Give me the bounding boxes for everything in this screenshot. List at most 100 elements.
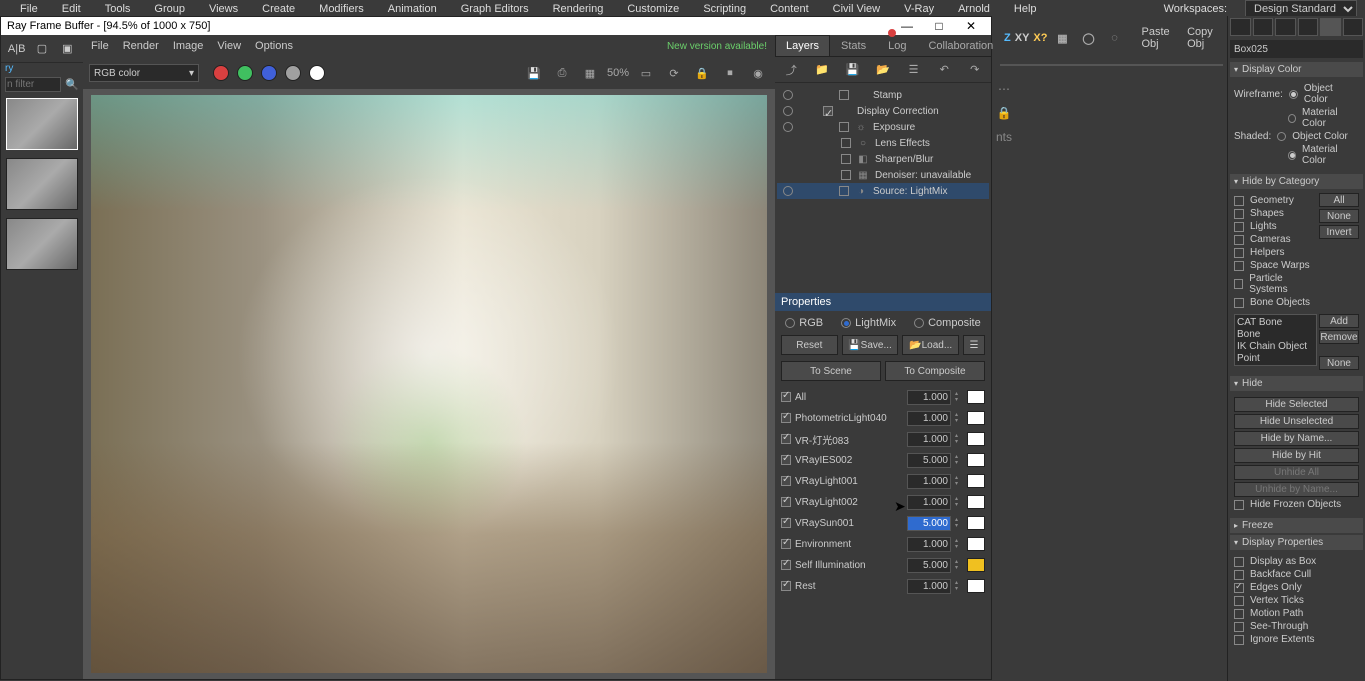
spinner-icon[interactable]: ▴▾: [955, 433, 963, 445]
hc-check-particle-systems[interactable]: [1234, 279, 1243, 289]
hide-btn-hide-unselected[interactable]: Hide Unselected: [1234, 414, 1359, 429]
light-multiplier-input[interactable]: 1.000: [907, 537, 951, 552]
tab-collaboration[interactable]: Collaboration: [917, 35, 1004, 56]
add-layer-icon[interactable]: ⤴: [781, 59, 802, 81]
motion-tab-icon[interactable]: [1298, 18, 1319, 36]
rollup-display-props[interactable]: ▾Display Properties: [1230, 535, 1363, 550]
light-color-swatch[interactable]: [967, 495, 985, 509]
spinner-icon[interactable]: ▴▾: [955, 391, 963, 403]
eye-icon[interactable]: [783, 90, 793, 100]
menu-graph-editors[interactable]: Graph Editors: [449, 3, 541, 15]
menu-content[interactable]: Content: [758, 3, 821, 15]
light-color-swatch[interactable]: [967, 579, 985, 593]
light-multiplier-input[interactable]: 5.000: [907, 516, 951, 531]
grid-icon[interactable]: ▦: [1051, 27, 1073, 49]
mode-rgb-radio[interactable]: RGB: [785, 317, 823, 329]
light-enable-checkbox[interactable]: [781, 434, 791, 444]
dp-check-ignore-extents[interactable]: [1234, 635, 1244, 645]
folder-icon[interactable]: 📁: [812, 59, 833, 81]
layer-stamp[interactable]: Stamp: [777, 87, 989, 103]
to-composite-button[interactable]: To Composite: [885, 361, 985, 381]
close-button[interactable]: ✕: [957, 18, 985, 34]
spinner-icon[interactable]: ▴▾: [955, 538, 963, 550]
light-enable-checkbox[interactable]: [781, 497, 791, 507]
mode-composite-radio[interactable]: Composite: [914, 317, 981, 329]
hc-list-item[interactable]: IK Chain Object: [1237, 341, 1314, 353]
light-multiplier-input[interactable]: 5.000: [907, 558, 951, 573]
hc-all-button[interactable]: All: [1319, 193, 1359, 207]
tab-stats[interactable]: Stats: [830, 35, 877, 56]
checkbox[interactable]: ✓: [823, 106, 833, 116]
list-icon[interactable]: ☰: [903, 59, 924, 81]
light-multiplier-input[interactable]: 1.000: [907, 411, 951, 426]
spinner-icon[interactable]: ▴▾: [955, 517, 963, 529]
copy-obj-button[interactable]: Copy Obj: [1187, 26, 1219, 50]
menu-create[interactable]: Create: [250, 3, 307, 15]
dock-more-icon[interactable]: ⋯: [998, 82, 1010, 96]
menu-modifiers[interactable]: Modifiers: [307, 3, 376, 15]
hc-check-lights[interactable]: [1234, 222, 1244, 232]
history-compare-ab-icon[interactable]: A|B: [7, 39, 26, 59]
hc-none2-button[interactable]: None: [1319, 356, 1359, 370]
dock-close-icon[interactable]: nts: [996, 130, 1012, 144]
menu-file[interactable]: File: [8, 3, 50, 15]
rollup-hide-category[interactable]: ▾Hide by Category: [1230, 174, 1363, 189]
light-color-swatch[interactable]: [967, 390, 985, 404]
history-thumb-1[interactable]: [6, 158, 78, 210]
render-region-icon[interactable]: ▦: [579, 62, 601, 84]
paste-obj-button[interactable]: Paste Obj: [1141, 26, 1175, 50]
channel-swatch-1[interactable]: [237, 65, 253, 81]
eye-icon[interactable]: [783, 186, 793, 196]
menu-group[interactable]: Group: [142, 3, 197, 15]
eye-icon[interactable]: [783, 122, 793, 132]
dp-check-display-as-box[interactable]: [1234, 557, 1244, 567]
shaded-object-radio[interactable]: [1277, 132, 1286, 141]
layer-sharpen-blur[interactable]: ◧Sharpen/Blur: [777, 151, 989, 167]
light-enable-checkbox[interactable]: [781, 560, 791, 570]
create-tab-icon[interactable]: [1230, 18, 1251, 36]
light-color-swatch[interactable]: [967, 558, 985, 572]
spinner-icon[interactable]: ▴▾: [955, 412, 963, 424]
hierarchy-tab-icon[interactable]: [1275, 18, 1296, 36]
spinner-icon[interactable]: ▴▾: [955, 496, 963, 508]
to-scene-button[interactable]: To Scene: [781, 361, 881, 381]
modify-tab-icon[interactable]: [1253, 18, 1274, 36]
display-tab-icon[interactable]: [1320, 18, 1341, 36]
history-thumb-2[interactable]: [6, 218, 78, 270]
menu-tools[interactable]: Tools: [93, 3, 143, 15]
redo-icon[interactable]: ↷: [964, 59, 985, 81]
light-enable-checkbox[interactable]: [781, 392, 791, 402]
layer-denoiser-unavailable[interactable]: ▦Denoiser: unavailable: [777, 167, 989, 183]
maximize-button[interactable]: □: [925, 18, 953, 34]
menu-scripting[interactable]: Scripting: [691, 3, 758, 15]
dock-lock-icon[interactable]: 🔒: [997, 106, 1012, 120]
light-multiplier-input[interactable]: 1.000: [907, 432, 951, 447]
channel-swatch-4[interactable]: [309, 65, 325, 81]
spinner-icon[interactable]: ▴▾: [955, 559, 963, 571]
vfb-menu-view[interactable]: View: [217, 40, 241, 52]
dp-check-see-through[interactable]: [1234, 622, 1244, 632]
light-color-swatch[interactable]: [967, 474, 985, 488]
dp-check-backface-cull[interactable]: [1234, 570, 1244, 580]
hc-invert-button[interactable]: Invert: [1319, 225, 1359, 239]
hc-listbox[interactable]: CAT BoneBoneIK Chain ObjectPoint: [1234, 314, 1317, 366]
hide-btn-hide-by-hit[interactable]: Hide by Hit: [1234, 448, 1359, 463]
light-multiplier-input[interactable]: 5.000: [907, 453, 951, 468]
light-color-swatch[interactable]: [967, 537, 985, 551]
tab-log[interactable]: Log: [877, 23, 917, 56]
hc-check-shapes[interactable]: [1234, 209, 1244, 219]
light-color-swatch[interactable]: [967, 411, 985, 425]
eye-icon[interactable]: [783, 106, 793, 116]
hc-check-geometry[interactable]: [1234, 196, 1244, 206]
circle-icon[interactable]: ◌: [1103, 27, 1125, 49]
hc-list-item[interactable]: Point: [1237, 353, 1314, 365]
layer-exposure[interactable]: ☼Exposure: [777, 119, 989, 135]
light-enable-checkbox[interactable]: [781, 476, 791, 486]
object-name-field[interactable]: Box025: [1230, 40, 1363, 58]
hc-remove-button[interactable]: Remove: [1319, 330, 1359, 344]
hc-check-bone-objects[interactable]: [1234, 298, 1244, 308]
shaded-material-radio[interactable]: [1288, 151, 1296, 160]
light-multiplier-input[interactable]: 1.000: [907, 579, 951, 594]
save-preset-icon[interactable]: 💾: [842, 59, 863, 81]
dp-check-edges-only[interactable]: [1234, 583, 1244, 593]
